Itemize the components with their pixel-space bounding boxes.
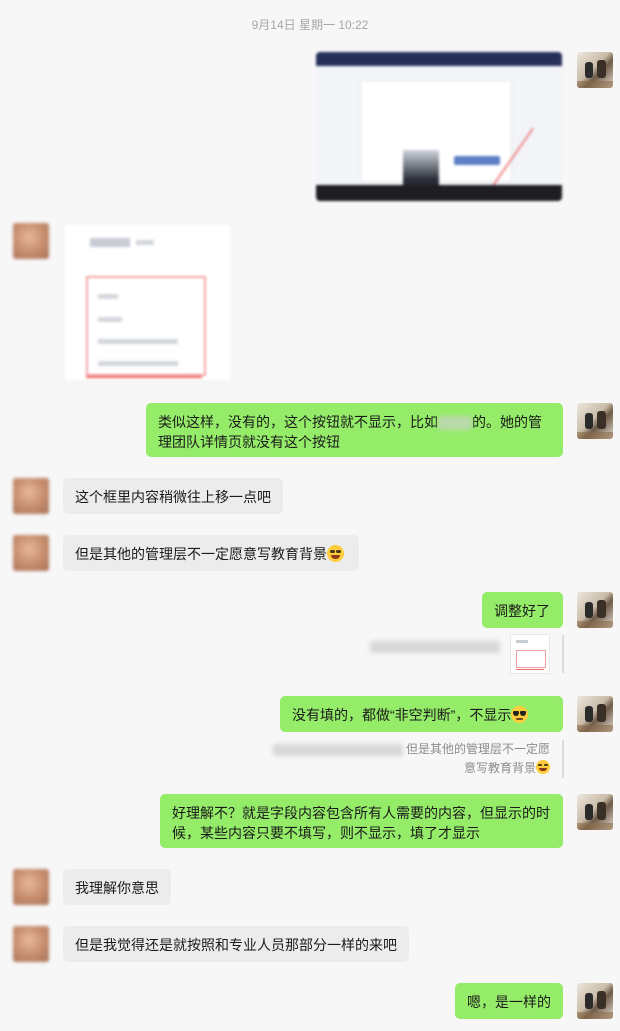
message-bubble-sent[interactable]: 类似这样，没有的，这个按钮就不显示，比如 的。她的管理团队详情页就没有这个按钮 bbox=[146, 403, 563, 457]
message-text: 类似这样，没有的，这个按钮就不显示，比如 bbox=[158, 414, 438, 430]
message-bubble-sent[interactable]: 嗯，是一样的 bbox=[455, 983, 563, 1019]
my-avatar[interactable] bbox=[577, 592, 613, 628]
timestamp: 9月14日 星期一 10:22 bbox=[251, 18, 369, 32]
message-bubble-received[interactable]: 但是其他的管理层不一定愿意写教育背景 bbox=[63, 535, 359, 571]
message-text: 没有填的，都做“非空判断”，不显示 bbox=[292, 707, 512, 723]
message-bubble-received[interactable]: 我理解你意思 bbox=[63, 869, 171, 905]
message-text: 这个框里内容稍微往上移一点吧 bbox=[75, 489, 271, 505]
message-bubble-received[interactable]: 但是我觉得还是就按照和专业人员那部分一样的来吧 bbox=[63, 926, 409, 962]
contact-avatar[interactable] bbox=[13, 869, 49, 905]
message-text: 但是其他的管理层不一定愿意写教育背景 bbox=[75, 546, 327, 562]
message-text: 调整好了 bbox=[494, 603, 550, 619]
message-text: 嗯，是一样的 bbox=[467, 994, 551, 1010]
my-avatar[interactable] bbox=[577, 52, 613, 88]
contact-avatar[interactable] bbox=[13, 478, 49, 514]
my-avatar[interactable] bbox=[577, 696, 613, 732]
message-text: 我理解你意思 bbox=[75, 880, 159, 896]
message-bubble-sent[interactable]: 好理解不？就是字段内容包含所有人需要的内容，但显示的时候，某些内容只要不填写，则… bbox=[160, 794, 563, 848]
sent-image-screenshot[interactable] bbox=[316, 52, 562, 201]
quote-reference[interactable]: 但是其他的管理层不一定愿意写教育背景 bbox=[264, 740, 564, 778]
sunglasses-emoji bbox=[511, 706, 529, 723]
grin-sweat-emoji bbox=[327, 545, 344, 562]
message-bubble-sent[interactable]: 没有填的，都做“非空判断”，不显示 bbox=[280, 696, 563, 732]
received-image-screenshot[interactable] bbox=[63, 223, 232, 382]
redacted-sender-name bbox=[370, 641, 500, 653]
my-avatar[interactable] bbox=[577, 794, 613, 830]
contact-avatar[interactable] bbox=[13, 926, 49, 962]
contact-avatar[interactable] bbox=[13, 535, 49, 571]
message-text: 但是我觉得还是就按照和专业人员那部分一样的来吧 bbox=[75, 937, 397, 953]
grin-sweat-emoji bbox=[536, 760, 550, 774]
quote-text: 但是其他的管理层不一定愿意写教育背景 bbox=[405, 742, 550, 775]
message-bubble-received[interactable]: 这个框里内容稍微往上移一点吧 bbox=[63, 478, 283, 514]
contact-avatar[interactable] bbox=[13, 223, 49, 259]
message-text: 好理解不？就是字段内容包含所有人需要的内容，但显示的时候，某些内容只要不填写，则… bbox=[172, 805, 550, 841]
redacted-sender-name bbox=[272, 743, 403, 756]
quote-image-thumbnail[interactable] bbox=[510, 634, 550, 674]
redacted-name bbox=[438, 416, 472, 431]
message-bubble-sent[interactable]: 调整好了 bbox=[482, 592, 563, 628]
my-avatar[interactable] bbox=[577, 403, 613, 439]
my-avatar[interactable] bbox=[577, 983, 613, 1019]
